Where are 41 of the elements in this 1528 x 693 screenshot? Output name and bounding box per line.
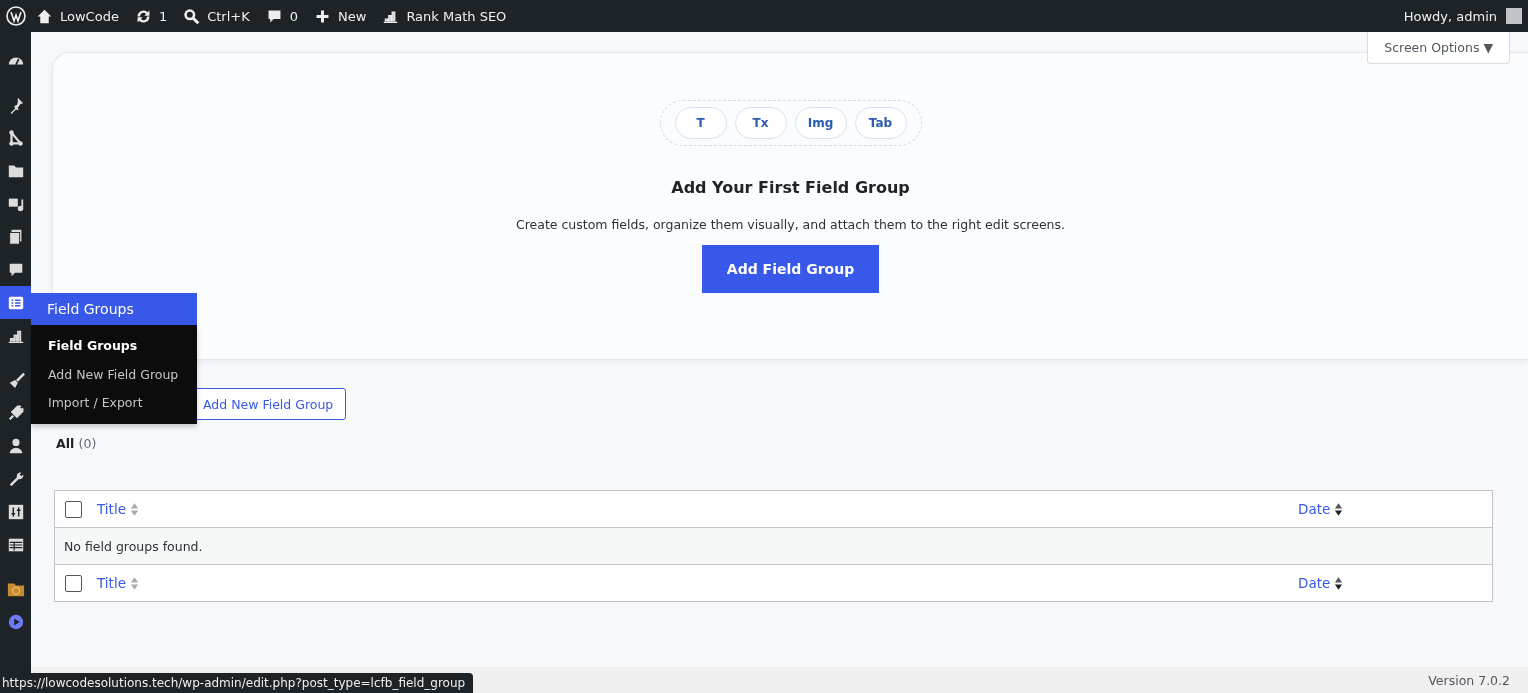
title-column-footer[interactable]: Title [97,575,1298,591]
add-field-group-button[interactable]: Add Field Group [702,245,879,293]
screen-options-tab[interactable]: Screen Options ▼ [1367,32,1510,64]
sidebar-item[interactable] [0,286,31,319]
filter-link[interactable]: All (0) [56,436,97,451]
select-all-checkbox[interactable] [65,500,82,518]
account-link[interactable]: Howdy, admin [1403,8,1522,24]
play-icon [6,612,25,631]
empty-table-message: No field groups found. [64,538,203,554]
flyout-menu-title[interactable]: Field Groups [31,293,197,325]
submenu-item[interactable]: Field Groups [31,332,197,361]
comments-link[interactable]: 0 [265,7,298,25]
field-type-chip: Tx [734,107,787,139]
field-type-chip: T [674,107,727,139]
new-link[interactable]: New [314,7,367,25]
avatar-icon [1506,8,1522,24]
date-column-header[interactable]: Date [1298,501,1492,517]
submenu-item[interactable]: Add New Field Group [31,360,197,389]
branch-icon [6,128,25,147]
title-column-header[interactable]: Title [97,501,1298,517]
updates-link[interactable]: 1 [134,7,168,25]
version-text: Version 7.0.2 [1428,672,1510,688]
search-icon [183,7,201,25]
sort-icon [1334,501,1344,517]
status-url-tooltip: https://lowcodesolutions.tech/wp-admin/edit.php?post_type=lcfb_field_group [0,673,474,693]
wordpress-logo-icon[interactable] [6,6,26,26]
sort-icon [129,575,139,591]
field-type-chip: Tab [854,107,907,139]
site-link[interactable]: LowCode [36,7,119,25]
empty-state-text: Create custom fields, organize them visually, and attach them to the right edit screens. [515,217,1066,232]
select-all-checkbox[interactable] [65,574,82,592]
sort-icon [1334,575,1344,591]
plug-icon [6,403,25,422]
empty-state-title: Add Your First Field Group [671,178,910,197]
date-column-footer[interactable]: Date [1298,575,1492,591]
field-type-chip: Img [794,107,847,139]
sort-icon [129,501,139,517]
sliders-icon [6,502,25,521]
search-link[interactable]: Ctrl+K [183,7,250,25]
seo-link[interactable]: Rank Math SEO [382,7,507,25]
home-icon [36,7,53,25]
